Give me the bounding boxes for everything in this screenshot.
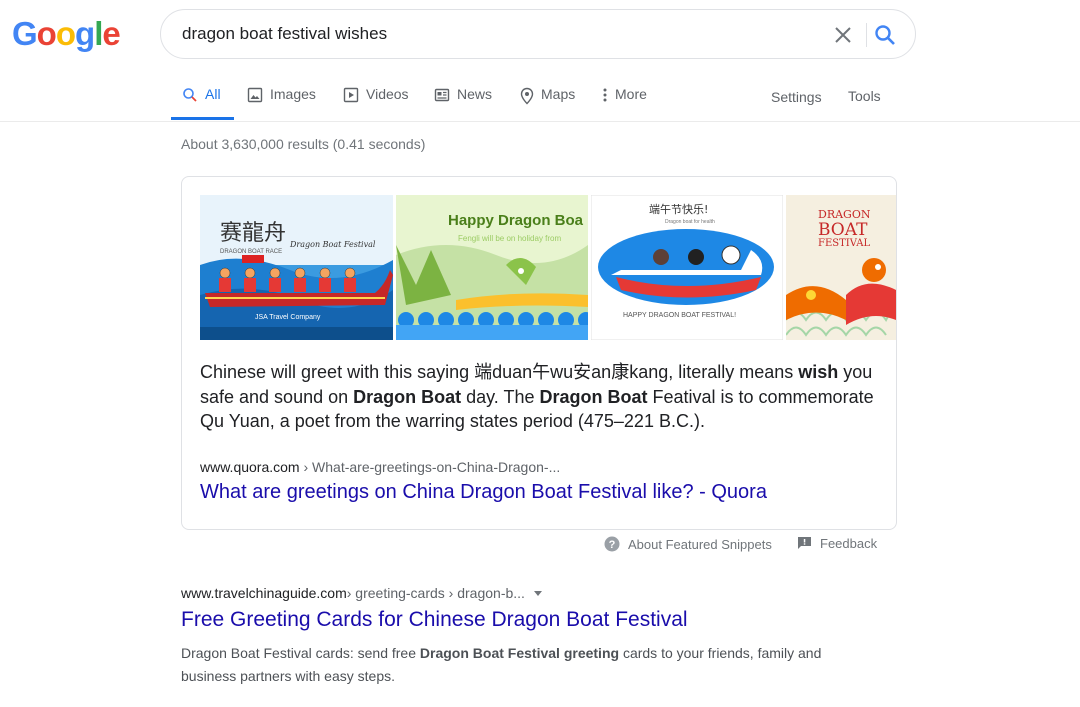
tab-label: Maps [541, 86, 576, 102]
snippet-text-part: day. The [461, 386, 540, 407]
image-caption: HAPPY DRAGON BOAT FESTIVAL! [623, 312, 736, 319]
result-desc-part: Dragon Boat Festival cards: send free [181, 645, 420, 661]
svg-text:?: ? [609, 539, 616, 551]
google-logo[interactable]: Google [12, 14, 121, 54]
feedback-label: Feedback [820, 536, 878, 551]
result-cite: www.travelchinaguide.com › greeting-card… [181, 585, 542, 601]
image-heading-line3: FESTIVAL [818, 238, 870, 249]
image-heading: Happy Dragon Boa [448, 212, 584, 229]
about-featured-snippets-link[interactable]: ? About Featured Snippets [604, 536, 772, 552]
clear-search-button[interactable] [831, 23, 855, 47]
logo-letter: o [36, 15, 57, 52]
search-icon [183, 88, 197, 102]
snippet-image-2[interactable]: Happy Dragon Boa Fengli will be on holid… [396, 195, 588, 340]
logo-letter: G [12, 15, 38, 52]
search-input[interactable] [182, 10, 802, 58]
snippet-image-4[interactable]: DRAGON BOAT FESTIVAL [786, 195, 896, 340]
image-caption: Dragon Boat Festival [289, 240, 376, 249]
snippet-image-3[interactable]: 端午节快乐! Dragon boat for health HAPPY DRAG… [591, 195, 783, 340]
map-pin-icon [520, 87, 534, 105]
tab-label: News [457, 86, 493, 102]
dots-vertical-icon [603, 88, 607, 102]
news-icon [434, 88, 450, 102]
result-desc-bold: Dragon Boat Festival greeting [419, 645, 620, 661]
snippet-text-part: Chinese will greet with this saying 端dua… [200, 362, 799, 382]
cite-path: › What-are-greetings-on-China-Dragon-... [299, 459, 561, 475]
logo-letter: o [55, 15, 76, 52]
search-tabs: All Images Videos News Maps More Setting… [0, 80, 1080, 122]
help-icon: ? [604, 536, 620, 552]
tab-label: Images [270, 86, 316, 102]
cite-domain: www.travelchinaguide.com [181, 585, 347, 601]
snippet-text-bold: wish [798, 362, 839, 382]
snippet-image-1[interactable]: 赛龍舟 DRAGON BOAT RACE Dragon Boat Festiva… [200, 195, 393, 340]
search-button[interactable] [873, 23, 897, 47]
tab-more[interactable]: More [602, 86, 647, 120]
snippet-text-bold: Dragon Boat [353, 386, 462, 407]
snippet-text-bold: Dragon Boat [539, 386, 648, 407]
featured-snippet: 赛龍舟 DRAGON BOAT RACE Dragon Boat Festiva… [181, 176, 897, 530]
search-icon [875, 25, 895, 45]
logo-letter: g [75, 15, 95, 52]
tab-label: More [615, 86, 647, 102]
tab-maps[interactable]: Maps [520, 86, 575, 120]
search-divider [866, 23, 867, 47]
image-heading-line2: BOAT [818, 220, 868, 240]
active-tab-indicator [171, 117, 234, 120]
snippet-image-carousel: 赛龍舟 DRAGON BOAT RACE Dragon Boat Festiva… [200, 195, 896, 340]
tab-videos[interactable]: Videos [343, 86, 409, 120]
tab-label: Videos [366, 86, 409, 102]
image-icon [247, 87, 263, 103]
feedback-link[interactable]: Feedback [797, 536, 877, 551]
settings-link[interactable]: Settings [771, 89, 822, 105]
video-icon [343, 87, 359, 103]
tools-link[interactable]: Tools [848, 88, 881, 104]
image-heading: 端午节快乐! [649, 203, 708, 216]
tab-news[interactable]: News [434, 86, 492, 120]
close-icon [835, 27, 851, 43]
result-menu-caret-icon[interactable] [533, 590, 542, 596]
image-subtext: Dragon boat for health [665, 219, 715, 225]
search-box [160, 9, 916, 59]
image-subtext: Fengli will be on holiday from [458, 234, 561, 243]
result-title-link[interactable]: Free Greeting Cards for Chinese Dragon B… [181, 608, 688, 632]
image-text-sub: DRAGON BOAT RACE [220, 249, 282, 255]
result-description: Dragon Boat Festival cards: send free Dr… [181, 642, 831, 688]
tab-label: All [205, 86, 221, 102]
tab-images[interactable]: Images [247, 86, 316, 120]
snippet-result-link[interactable]: What are greetings on China Dragon Boat … [200, 481, 767, 504]
cite-path: › greeting-cards › dragon-b... [346, 585, 525, 601]
about-featured-snippets-label: About Featured Snippets [628, 536, 772, 552]
logo-letter: e [102, 15, 120, 52]
snippet-cite: www.quora.com › What-are-greetings-on-Ch… [200, 459, 560, 475]
result-stats: About 3,630,000 results (0.41 seconds) [181, 136, 426, 152]
image-footer: JSA Travel Company [255, 314, 321, 321]
image-text-main: 赛龍舟 [220, 221, 286, 246]
snippet-description: Chinese will greet with this saying 端dua… [200, 360, 884, 434]
cite-domain: www.quora.com [200, 459, 300, 475]
tab-all[interactable]: All [182, 86, 221, 120]
feedback-icon [798, 537, 811, 549]
